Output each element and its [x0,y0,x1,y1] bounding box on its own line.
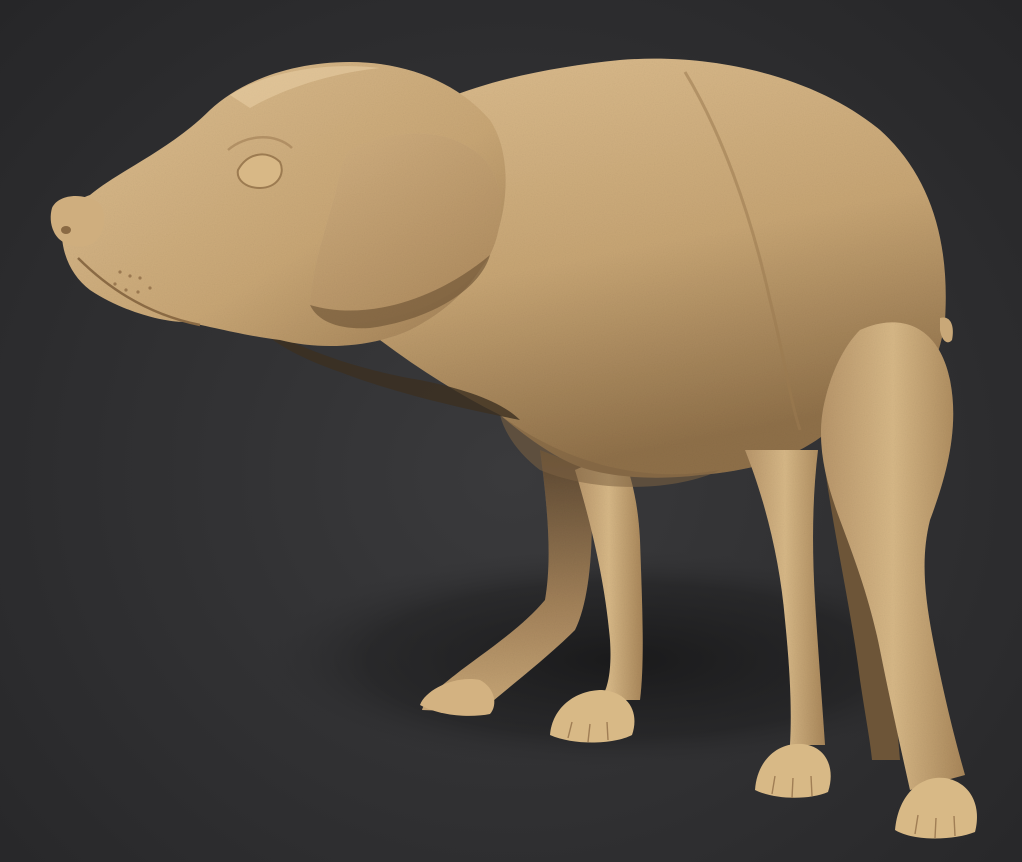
tail-stub [940,317,953,343]
sculpt-viewport [0,0,1022,862]
nostril [61,226,71,234]
dog-sculpture-render [50,58,980,839]
nose [50,196,105,247]
